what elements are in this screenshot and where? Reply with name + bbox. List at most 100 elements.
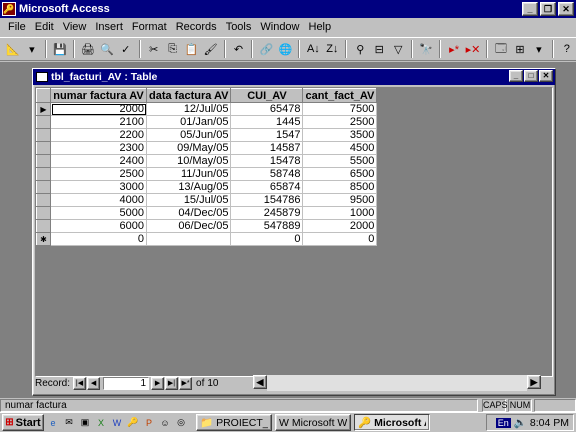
column-header[interactable]: CUI_AV [230, 88, 304, 103]
table-row[interactable]: 3000 13/Aug/05 65874 8500 [36, 180, 378, 194]
paste-icon[interactable]: 📋 [183, 39, 201, 59]
record-selector[interactable] [36, 167, 51, 181]
copy-icon[interactable]: ⎘ [164, 39, 182, 59]
record-selector[interactable] [36, 219, 51, 233]
table-row[interactable]: 4000 15/Jul/05 154786 9500 [36, 193, 378, 207]
record-selector[interactable] [36, 180, 51, 194]
table-cell[interactable]: 0 [50, 232, 147, 246]
table-cell[interactable]: 10/May/05 [146, 154, 232, 168]
table-cell[interactable]: 1000 [302, 206, 378, 220]
find-icon[interactable]: 🔭 [417, 39, 435, 59]
first-record-button[interactable]: |◀ [73, 376, 87, 390]
table-cell[interactable]: 2500 [50, 167, 147, 181]
word-icon[interactable]: W [110, 416, 124, 430]
table-cell[interactable]: 8500 [302, 180, 378, 194]
previous-record-button[interactable]: ◀ [87, 376, 101, 390]
table-cell[interactable]: 15/Jul/05 [146, 193, 232, 207]
record-selector[interactable] [36, 206, 51, 220]
table-cell[interactable]: 2500 [302, 115, 378, 129]
restore-button[interactable]: ❐ [540, 2, 556, 16]
outlook-icon[interactable]: ✉ [62, 416, 76, 430]
cut-icon[interactable]: ✂ [145, 39, 163, 59]
messenger-icon[interactable]: ☺ [158, 416, 172, 430]
filter-by-selection-icon[interactable]: ⚲ [351, 39, 369, 59]
filter-by-form-icon[interactable]: ⊟ [370, 39, 388, 59]
ie-icon[interactable]: e [46, 416, 60, 430]
new-object-icon[interactable]: ⊞ [511, 39, 529, 59]
language-indicator[interactable]: En [495, 417, 511, 428]
powerpoint-icon[interactable]: P [142, 416, 156, 430]
scroll-left-button[interactable]: ◀ [253, 375, 267, 389]
table-cell[interactable]: 0 [230, 232, 304, 246]
table-cell[interactable]: 4500 [302, 141, 378, 155]
next-record-button[interactable]: ▶ [151, 376, 165, 390]
table-cell[interactable]: 6500 [302, 167, 378, 181]
table-row[interactable]: 2300 09/May/05 14587 4500 [36, 141, 378, 155]
access-icon[interactable]: 🔑 [126, 416, 140, 430]
table-cell[interactable]: 0 [302, 232, 378, 246]
new-record-icon[interactable]: ▸* [445, 39, 463, 59]
show-desktop-icon[interactable]: ▣ [78, 416, 92, 430]
volume-icon[interactable]: 🔈 [514, 416, 527, 429]
start-button[interactable]: ⊞ Start [2, 414, 44, 431]
record-selector[interactable]: ✱ [36, 232, 51, 246]
table-cell[interactable]: 4000 [50, 193, 147, 207]
table-row[interactable]: 2500 11/Jun/05 58748 6500 [36, 167, 378, 181]
menu-file[interactable]: File [8, 21, 26, 33]
delete-record-icon[interactable]: ▸✕ [464, 39, 482, 59]
table-cell[interactable]: 65478 [230, 102, 304, 116]
table-minimize-button[interactable]: _ [509, 70, 523, 82]
table-cell[interactable]: 13/Aug/05 [146, 180, 232, 194]
menu-window[interactable]: Window [260, 21, 299, 33]
table-cell[interactable]: 01/Jan/05 [146, 115, 232, 129]
close-button[interactable]: ✕ [558, 2, 574, 16]
corner-selector[interactable] [36, 88, 51, 103]
record-selector[interactable] [36, 115, 51, 129]
table-cell[interactable]: 65874 [230, 180, 304, 194]
table-row[interactable]: ▶ 2000 12/Jul/05 65478 7500 [36, 102, 378, 116]
table-cell[interactable]: 05/Jun/05 [146, 128, 232, 142]
print-preview-icon[interactable]: 🔍 [98, 39, 116, 59]
table-close-button[interactable]: ✕ [539, 70, 553, 82]
table-cell[interactable]: 15478 [230, 154, 304, 168]
sort-ascending-icon[interactable]: A↓ [304, 39, 322, 59]
table-cell[interactable]: 58748 [230, 167, 304, 181]
new-record-button[interactable]: ▶* [179, 376, 193, 390]
dropdown-icon[interactable]: ▾ [530, 39, 548, 59]
menu-insert[interactable]: Insert [95, 21, 123, 33]
table-cell[interactable]: 11/Jun/05 [146, 167, 232, 181]
menu-view[interactable]: View [63, 21, 87, 33]
record-selector[interactable] [36, 193, 51, 207]
table-cell[interactable]: 7500 [302, 102, 378, 116]
table-cell[interactable]: 245879 [230, 206, 304, 220]
taskbar-button[interactable]: 🔑Microsoft Ac... [354, 414, 430, 431]
view-icon[interactable]: 📐 [4, 39, 22, 59]
apply-filter-icon[interactable]: ▽ [389, 39, 407, 59]
menu-help[interactable]: Help [309, 21, 332, 33]
web-toolbar-icon[interactable]: 🌐 [276, 39, 294, 59]
record-selector[interactable]: ▶ [36, 102, 51, 116]
scroll-track[interactable] [267, 375, 527, 391]
table-row[interactable]: 2100 01/Jan/05 1445 2500 [36, 115, 378, 129]
menu-edit[interactable]: Edit [35, 21, 54, 33]
spelling-icon[interactable]: ✓ [117, 39, 135, 59]
last-record-button[interactable]: ▶| [165, 376, 179, 390]
table-cell[interactable] [146, 232, 232, 246]
table-row[interactable]: 5000 04/Dec/05 245879 1000 [36, 206, 378, 220]
sort-descending-icon[interactable]: Z↓ [323, 39, 341, 59]
table-cell[interactable]: 2000 [302, 219, 378, 233]
table-cell[interactable]: 09/May/05 [146, 141, 232, 155]
table-row[interactable]: 6000 06/Dec/05 547889 2000 [36, 219, 378, 233]
access-app-icon[interactable]: 🔑 [2, 2, 16, 16]
taskbar-button[interactable]: 📁PROIECT_AV [196, 414, 272, 431]
clock[interactable]: 8:04 PM [530, 417, 569, 429]
menu-format[interactable]: Format [132, 21, 167, 33]
table-cell[interactable]: 154786 [230, 193, 304, 207]
menu-tools[interactable]: Tools [226, 21, 252, 33]
table-cell[interactable]: 06/Dec/05 [146, 219, 232, 233]
table-cell[interactable]: 3000 [50, 180, 147, 194]
table-cell[interactable]: 6000 [50, 219, 147, 233]
table-cell[interactable]: 14587 [230, 141, 304, 155]
excel-icon[interactable]: X [94, 416, 108, 430]
table-row[interactable]: 2400 10/May/05 15478 5500 [36, 154, 378, 168]
